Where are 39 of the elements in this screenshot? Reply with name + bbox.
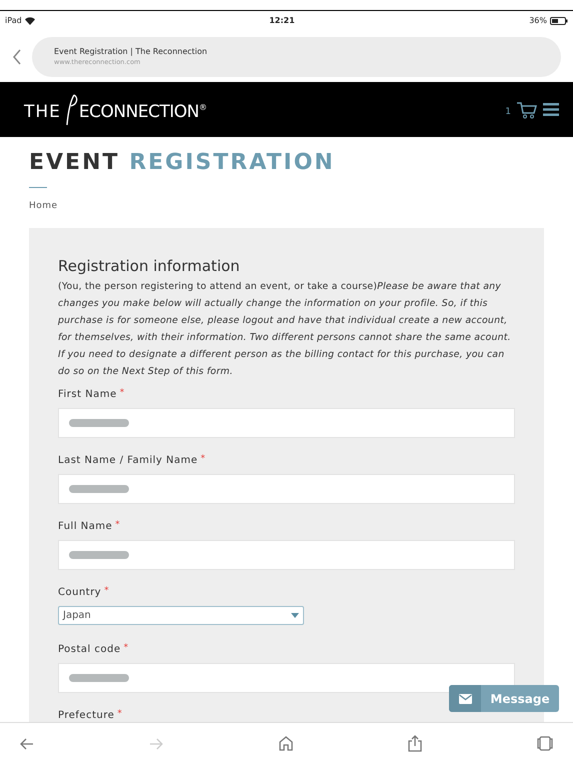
cart-icon[interactable]	[517, 100, 537, 118]
field-label: Postal code	[58, 642, 121, 656]
site-logo[interactable]: THE ECONNECTION®	[24, 94, 208, 126]
required-mark: *	[120, 388, 124, 398]
page-title: Event Registration | The Reconnection	[54, 46, 208, 58]
home-icon[interactable]	[278, 736, 292, 751]
required-mark: *	[104, 586, 109, 596]
required-mark: *	[200, 454, 206, 464]
country-select[interactable]: Japan	[58, 606, 304, 624]
swoosh-icon	[64, 94, 79, 126]
required-mark: *	[115, 520, 120, 530]
back-icon[interactable]	[12, 48, 22, 64]
field-label: First Name	[58, 388, 117, 400]
battery-percent: 36%	[529, 15, 547, 27]
wifi-icon	[24, 17, 35, 25]
tabs-icon[interactable]	[537, 736, 553, 751]
menu-icon[interactable]	[543, 103, 559, 116]
back-arrow-icon[interactable]	[20, 738, 34, 750]
input-field[interactable]	[58, 474, 515, 504]
breadcrumb-link[interactable]: Home	[29, 200, 544, 214]
required-mark: *	[117, 708, 122, 720]
share-icon[interactable]	[408, 735, 422, 752]
device-name: iPad	[5, 15, 22, 27]
caret-icon	[291, 612, 299, 618]
input-field[interactable]	[58, 540, 515, 570]
field-label: Country	[58, 586, 102, 598]
clock-time: 12:21	[269, 15, 295, 27]
section-title: Registration information	[58, 256, 241, 276]
input-field[interactable]	[58, 662, 515, 692]
envelope-icon	[458, 694, 472, 704]
field-label: Prefecture	[58, 708, 114, 722]
required-mark: *	[124, 642, 128, 654]
cart-count: 1	[505, 106, 511, 119]
input-field[interactable]	[58, 408, 515, 438]
heading: EVENT REGISTRATION	[29, 149, 336, 177]
field-label: Last Name / Family Name	[58, 454, 198, 466]
battery-icon	[550, 17, 568, 25]
intro-paragraph: (You, the person registering to attend an event, or take a course)Please be aware that any changes you make below will actually change the information on your profile. So, if this purchase is for someone else, please logout and have that individual create a new account, for themselves, with their information. Two different persons cannot share the same acount. If you need to designate a different person as the billing contact for this purchase, you can do so on the Next Step of this form.	[58, 280, 512, 378]
field-label: Full Name	[58, 520, 112, 532]
